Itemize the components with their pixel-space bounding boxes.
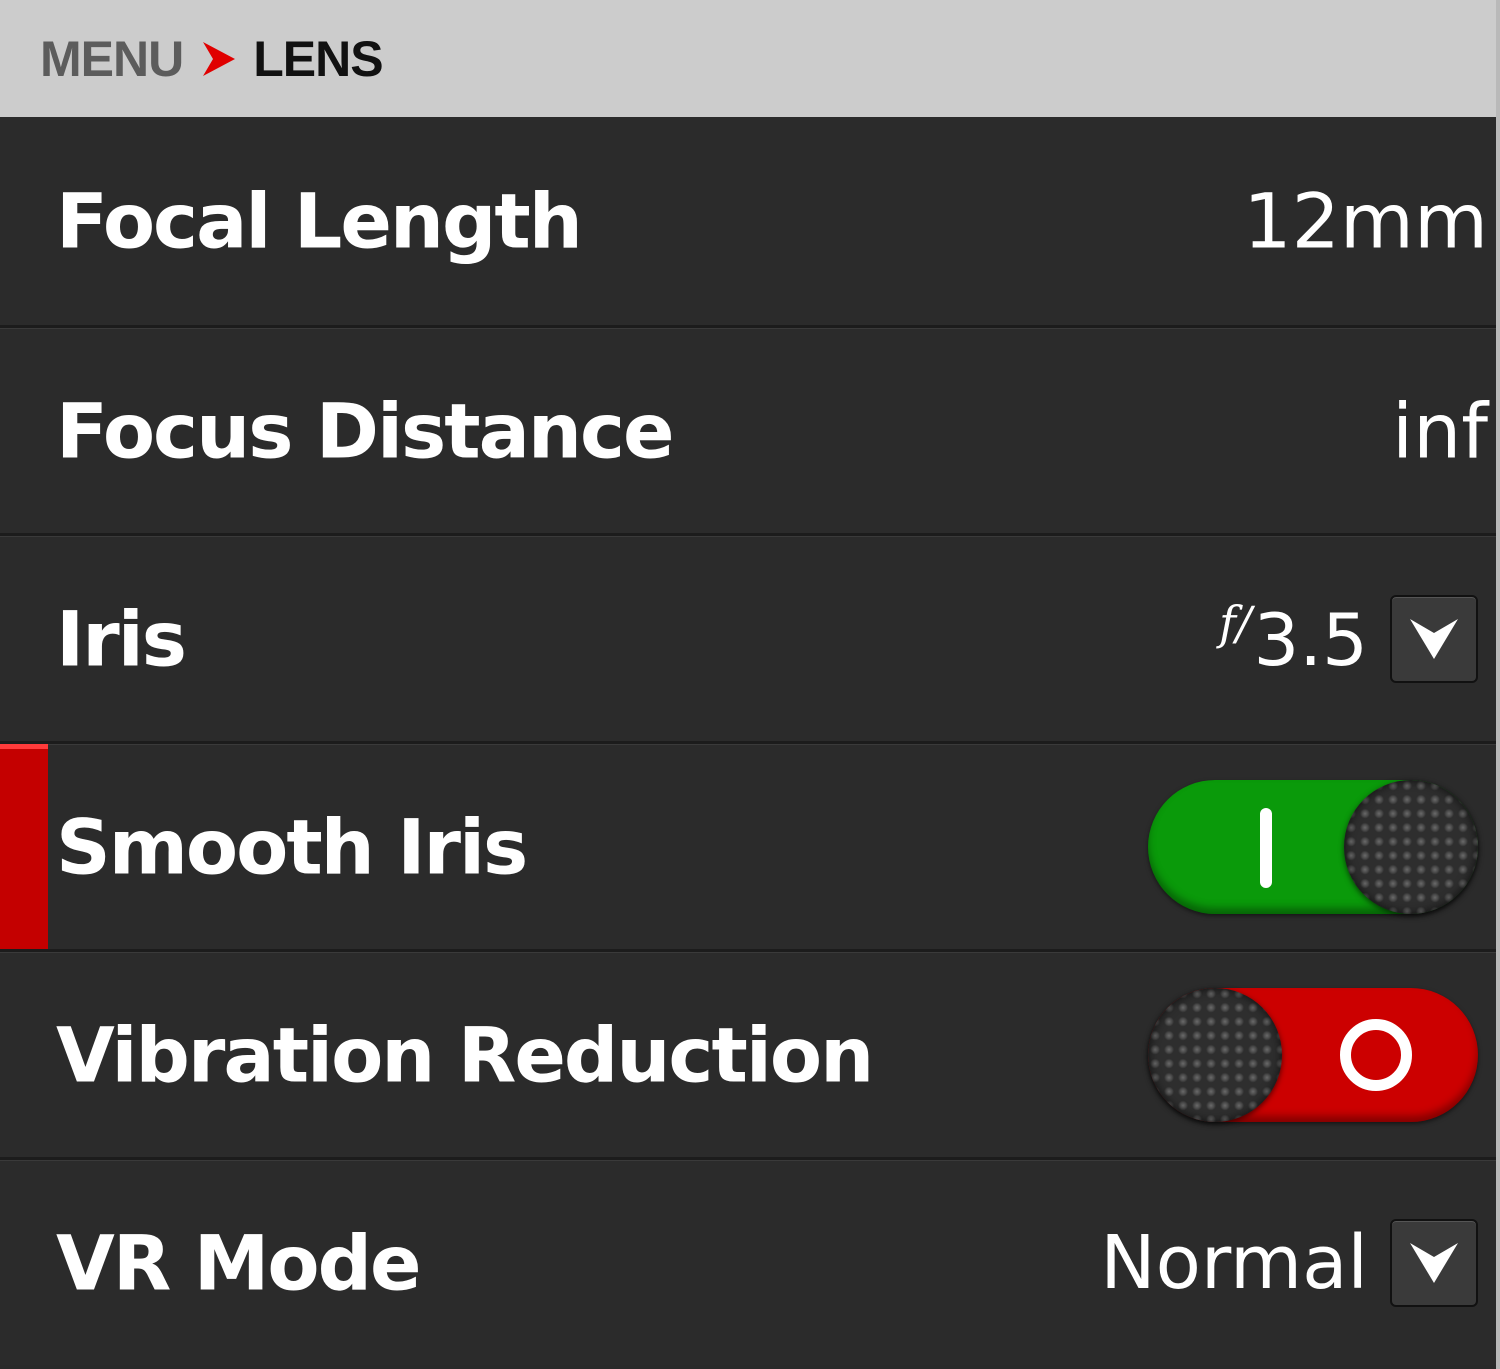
focal-length-value: 12mm — [1243, 176, 1488, 266]
vibration-reduction-label: Vibration Reduction — [56, 1010, 874, 1099]
iris-label: Iris — [56, 594, 187, 683]
selected-row-marker — [0, 744, 48, 949]
breadcrumb: MENU LENS — [0, 0, 1496, 117]
smooth-iris-row[interactable]: Smooth Iris — [0, 741, 1496, 949]
vr-mode-row[interactable]: VR Mode Normal — [0, 1157, 1496, 1365]
vr-mode-dropdown-button[interactable] — [1390, 1218, 1478, 1307]
breadcrumb-lens: LENS — [253, 30, 383, 87]
focal-length-label: Focal Length — [56, 176, 583, 266]
iris-number: 3.5 — [1253, 597, 1368, 682]
off-indicator-icon — [1340, 1018, 1412, 1091]
smooth-iris-label: Smooth Iris — [56, 802, 528, 891]
breadcrumb-menu[interactable]: MENU — [40, 30, 184, 88]
focus-distance-value: inf — [1391, 386, 1488, 475]
chevron-down-icon — [1410, 618, 1458, 659]
iris-dropdown-button[interactable] — [1390, 594, 1478, 683]
smooth-iris-toggle[interactable] — [1148, 779, 1478, 914]
chevron-down-icon — [1410, 1242, 1458, 1283]
vibration-reduction-row[interactable]: Vibration Reduction — [0, 949, 1496, 1157]
chevron-right-icon — [201, 39, 237, 79]
vr-mode-value: Normal — [1100, 1219, 1368, 1306]
vr-mode-label: VR Mode — [56, 1218, 422, 1307]
toggle-knob[interactable] — [1148, 987, 1282, 1122]
focal-length-row: Focal Length 12mm — [0, 117, 1496, 325]
iris-row[interactable]: Iris f/3.5 — [0, 533, 1496, 741]
toggle-knob[interactable] — [1344, 779, 1478, 914]
vibration-reduction-toggle[interactable] — [1148, 987, 1478, 1122]
scroll-edge — [1496, 0, 1500, 1369]
on-indicator-icon — [1260, 807, 1272, 888]
focus-distance-label: Focus Distance — [56, 386, 675, 475]
iris-value: f/3.5 — [1219, 596, 1368, 682]
iris-f-prefix: f/ — [1218, 595, 1252, 650]
focus-distance-row: Focus Distance inf — [0, 325, 1496, 533]
lens-settings-list: Focal Length 12mm Focus Distance inf Iri… — [0, 117, 1496, 1365]
